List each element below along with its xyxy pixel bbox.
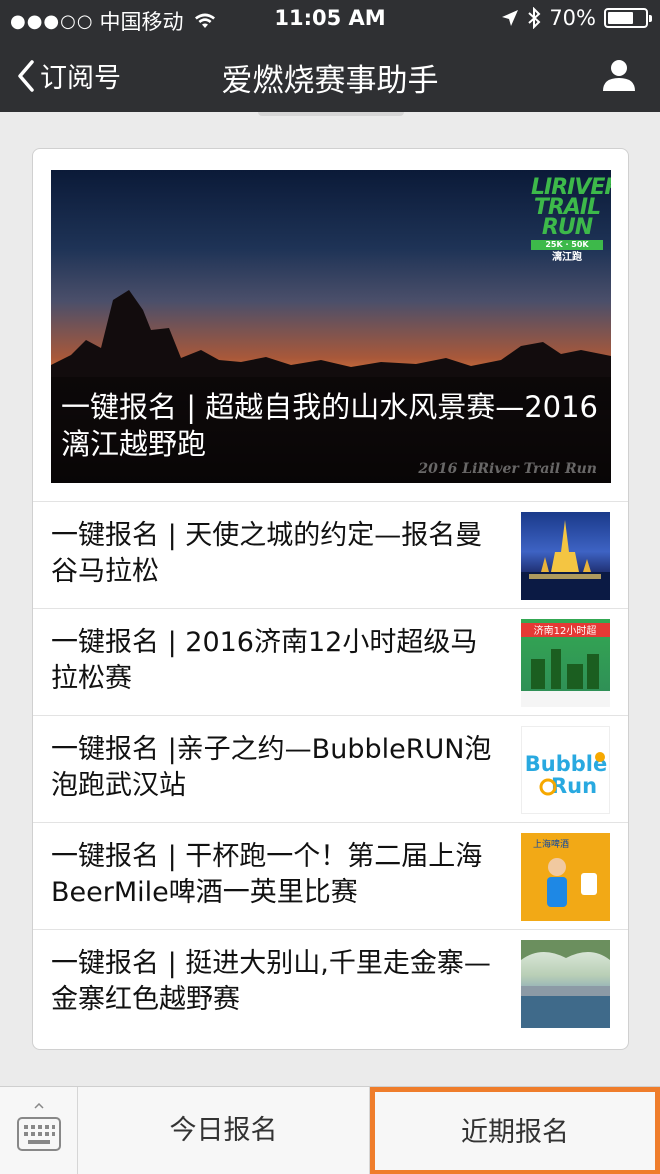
list-item[interactable]: 一键报名 |亲子之约—BubbleRUN泡泡跑武汉站 Bubble Run <box>33 715 628 822</box>
featured-article[interactable]: LIRIVER TRAIL RUN 25K · 50K 漓江跑 一键报名 | 超… <box>51 170 611 483</box>
article-thumbnail <box>521 512 610 600</box>
status-right: 70% <box>501 6 652 30</box>
logo-line-3: RUN <box>541 214 593 240</box>
status-bar: ●●●○○ 中国移动 11:05 AM 70% <box>0 0 660 38</box>
tab-today-registration[interactable]: 今日报名 <box>78 1087 370 1174</box>
bottom-menu-bar: 今日报名 近期报名 <box>0 1086 660 1174</box>
hero-watermark: 2016 LiRiver Trail Run <box>418 461 597 477</box>
tab-recent-registration[interactable]: 近期报名 <box>370 1087 660 1174</box>
temple-image <box>521 520 610 600</box>
battery-fill <box>608 12 634 24</box>
article-title: 一键报名 | 天使之城的约定—报名曼谷马拉松 <box>51 520 483 587</box>
article-title: 一键报名 | 2016济南12小时超级马拉松赛 <box>51 627 478 694</box>
user-icon[interactable] <box>602 58 636 92</box>
article-thumbnail: 上海啤酒 <box>521 833 610 921</box>
bluetooth-icon <box>528 7 541 29</box>
location-icon <box>502 10 519 26</box>
beermile-poster-image: 上海啤酒 <box>533 838 597 907</box>
bubblerun-logo: Bubble Run <box>525 752 607 798</box>
pull-indicator <box>258 112 404 116</box>
list-item[interactable]: 一键报名 | 干杯跑一个！第二届上海BeerMile啤酒一英里比赛 上海啤酒 <box>33 822 628 929</box>
article-title: 一键报名 | 干杯跑一个！第二届上海BeerMile啤酒一英里比赛 <box>51 841 483 908</box>
list-item[interactable]: 一键报名 | 挺进大别山,千里走金寨—金寨红色越野赛 <box>33 929 628 1036</box>
article-thumbnail: 济南12小时超 <box>521 619 610 707</box>
dam-landscape-image <box>521 940 610 1028</box>
keyboard-icon <box>17 1117 61 1151</box>
article-card: LIRIVER TRAIL RUN 25K · 50K 漓江跑 一键报名 | 超… <box>32 148 629 1050</box>
page-title: 爱燃烧赛事助手 <box>221 63 439 99</box>
hero-logo: LIRIVER TRAIL RUN 25K · 50K 漓江跑 <box>531 177 611 278</box>
poster-text: 上海啤酒 <box>533 838 569 850</box>
article-thumbnail <box>521 940 610 1028</box>
article-title: 一键报名 |亲子之约—BubbleRUN泡泡跑武汉站 <box>51 734 492 801</box>
battery-percent: 70% <box>549 6 596 30</box>
list-item[interactable]: 一键报名 | 天使之城的约定—报名曼谷马拉松 <box>33 501 628 608</box>
bubble-text: Bubble <box>525 752 607 776</box>
list-item[interactable]: 一键报名 | 2016济南12小时超级马拉松赛 济南12小时超 <box>33 608 628 715</box>
logo-sub: 25K · 50K <box>531 240 603 250</box>
poster-text: 济南12小时超 <box>534 624 597 637</box>
caret-up-icon <box>34 1103 44 1109</box>
run-text: Run <box>551 774 597 798</box>
logo-cn: 漓江跑 <box>552 251 582 263</box>
battery-icon <box>604 8 652 28</box>
article-title: 一键报名 | 挺进大别山,千里走金寨—金寨红色越野赛 <box>51 948 491 1015</box>
keyboard-toggle-button[interactable] <box>0 1087 78 1174</box>
marathon-poster-image: 济南12小时超 <box>521 623 610 707</box>
nav-bar: 订阅号 爱燃烧赛事助手 <box>0 38 660 112</box>
article-thumbnail: Bubble Run <box>521 726 610 814</box>
